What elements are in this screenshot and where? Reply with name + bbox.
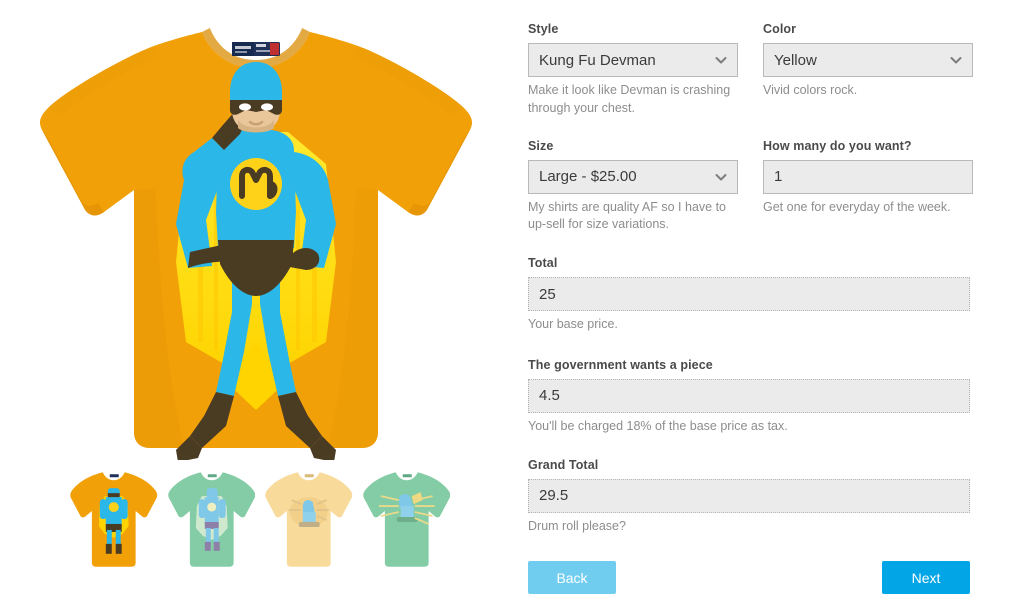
field-grand-total: Grand Total 29.5 Drum roll please? [528,458,970,536]
chevron-down-icon [714,53,728,67]
field-tax: The government wants a piece 4.5 You'll … [528,358,970,436]
brand-label-tag [232,42,280,56]
next-button[interactable]: Next [882,561,970,595]
configurator-form: Style Kung Fu Devman Make it look like D… [510,0,1024,609]
size-help: My shirts are quality AF so I have to up… [528,199,726,232]
total-value: 25 [539,285,556,303]
grand-total-label: Grand Total [528,457,599,472]
thumbnail-strip[interactable] [70,466,450,570]
grand-total-value: 29.5 [539,487,569,504]
grand-total-output: 29.5 [528,478,970,513]
main-shirt-image [40,28,472,460]
color-help: Vivid colors rock. [763,83,858,97]
row-size-quantity: Size Large - $25.00 My shirts are qualit… [528,139,973,235]
quantity-label: How many do you want? [763,138,912,153]
thumb-mint-devman[interactable] [167,466,256,570]
back-button[interactable]: Back [528,561,616,595]
product-configurator-page: Style Kung Fu Devman Make it look like D… [0,0,1024,609]
total-label: Total [528,256,558,270]
color-label: Color [763,22,797,36]
field-size: Size Large - $25.00 My shirts are qualit… [528,139,738,235]
quantity-value: 1 [774,168,783,185]
thumb-green-devman[interactable] [362,466,451,570]
product-preview-pane [0,0,510,609]
total-output: 25 [528,277,970,311]
chest-emblem [230,158,282,210]
field-quantity: How many do you want? 1 Get one for ever… [763,139,973,235]
color-select[interactable]: Yellow [763,43,973,77]
tax-value: 4.5 [539,387,560,405]
chevron-down-icon [714,170,728,184]
torso [216,130,296,296]
row-style-color: Style Kung Fu Devman Make it look like D… [528,22,973,118]
field-total: Total 25 Your base price. [528,256,970,334]
field-style: Style Kung Fu Devman Make it look like D… [528,22,738,118]
style-label: Style [528,22,559,36]
style-help: Make it look like Devman is crashing thr… [528,83,731,115]
chevron-down-icon [949,53,963,67]
style-value: Kung Fu Devman [539,51,656,69]
size-label: Size [528,138,554,153]
quantity-input[interactable]: 1 [763,159,973,194]
thumb-gold-devman[interactable] [70,466,158,570]
style-select[interactable]: Kung Fu Devman [528,43,738,77]
size-value: Large - $25.00 [539,168,637,185]
field-color: Color Yellow Vivid colors rock. [763,22,973,118]
wizard-actions: Back Next [528,561,970,595]
size-select[interactable]: Large - $25.00 [528,159,738,194]
tax-help: You'll be charged 18% of the base price … [528,418,788,433]
head [230,62,282,133]
quantity-help: Get one for everyday of the week. [763,199,951,214]
grand-total-help: Drum roll please? [528,518,626,533]
total-help: Your base price. [528,317,618,331]
tax-label: The government wants a piece [528,357,713,372]
thumb-cream-devman[interactable] [265,466,353,570]
tax-output: 4.5 [528,378,970,413]
color-value: Yellow [774,51,817,69]
